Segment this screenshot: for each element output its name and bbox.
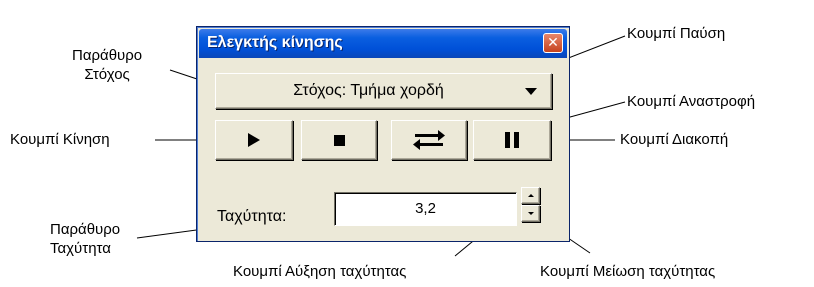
target-dropdown-button[interactable]: Στόχος: Τμήμα χορδή: [215, 73, 552, 109]
move-button-annotation: Κουμπί Κίνηση: [10, 131, 110, 148]
play-icon: [248, 133, 260, 147]
pause-button[interactable]: [301, 120, 377, 160]
speed-down-button[interactable]: [521, 205, 540, 222]
speed-window-annotation: Παράθυρο Ταχύτητα: [50, 220, 120, 258]
annotation-line: Ταχύτητα: [50, 240, 111, 257]
stop-button-annotation: Κουμπί Διακοπή: [620, 131, 729, 148]
annotation-line: Παράθυρο: [72, 47, 143, 64]
pause-square-icon: [333, 134, 345, 146]
target-window-annotation: Παράθυρο Στόχος: [72, 46, 142, 84]
chevron-down-icon: [528, 212, 534, 215]
speed-up-button[interactable]: [521, 187, 540, 204]
annotation-line: Στόχος: [84, 66, 130, 83]
window-title: Ελεγκτής κίνησης: [207, 34, 343, 51]
title-bar[interactable]: Ελεγκτής κίνησης ✕: [199, 29, 567, 58]
close-button[interactable]: ✕: [543, 33, 563, 53]
reverse-button[interactable]: [391, 120, 467, 160]
target-label: Στόχος: Τμήμα χορδή: [293, 82, 444, 99]
close-icon: ✕: [547, 34, 559, 50]
speed-down-button-annotation: Κουμπί Μείωση ταχύτητας: [540, 263, 716, 280]
chevron-up-icon: [528, 194, 534, 197]
reverse-button-annotation: Κουμπί Αναστροφή: [627, 93, 756, 110]
reverse-arrows-icon: [413, 130, 445, 150]
pause-button-annotation: Κουμπί Παύση: [627, 25, 726, 42]
speed-up-button-annotation: Κουμπί Αύξηση ταχύτητας: [233, 263, 407, 280]
motion-controller-window: Ελεγκτής κίνησης ✕ Στόχος: Τμήμα χορδή Τ…: [196, 26, 570, 242]
move-button[interactable]: [215, 120, 293, 160]
speed-input[interactable]: 3,2: [334, 192, 517, 226]
stop-button[interactable]: [473, 120, 551, 160]
annotation-line: Παράθυρο: [50, 221, 121, 238]
chevron-down-icon: [525, 88, 537, 95]
stop-bars-icon: [505, 132, 519, 148]
speed-label: Ταχύτητα:: [217, 208, 287, 225]
